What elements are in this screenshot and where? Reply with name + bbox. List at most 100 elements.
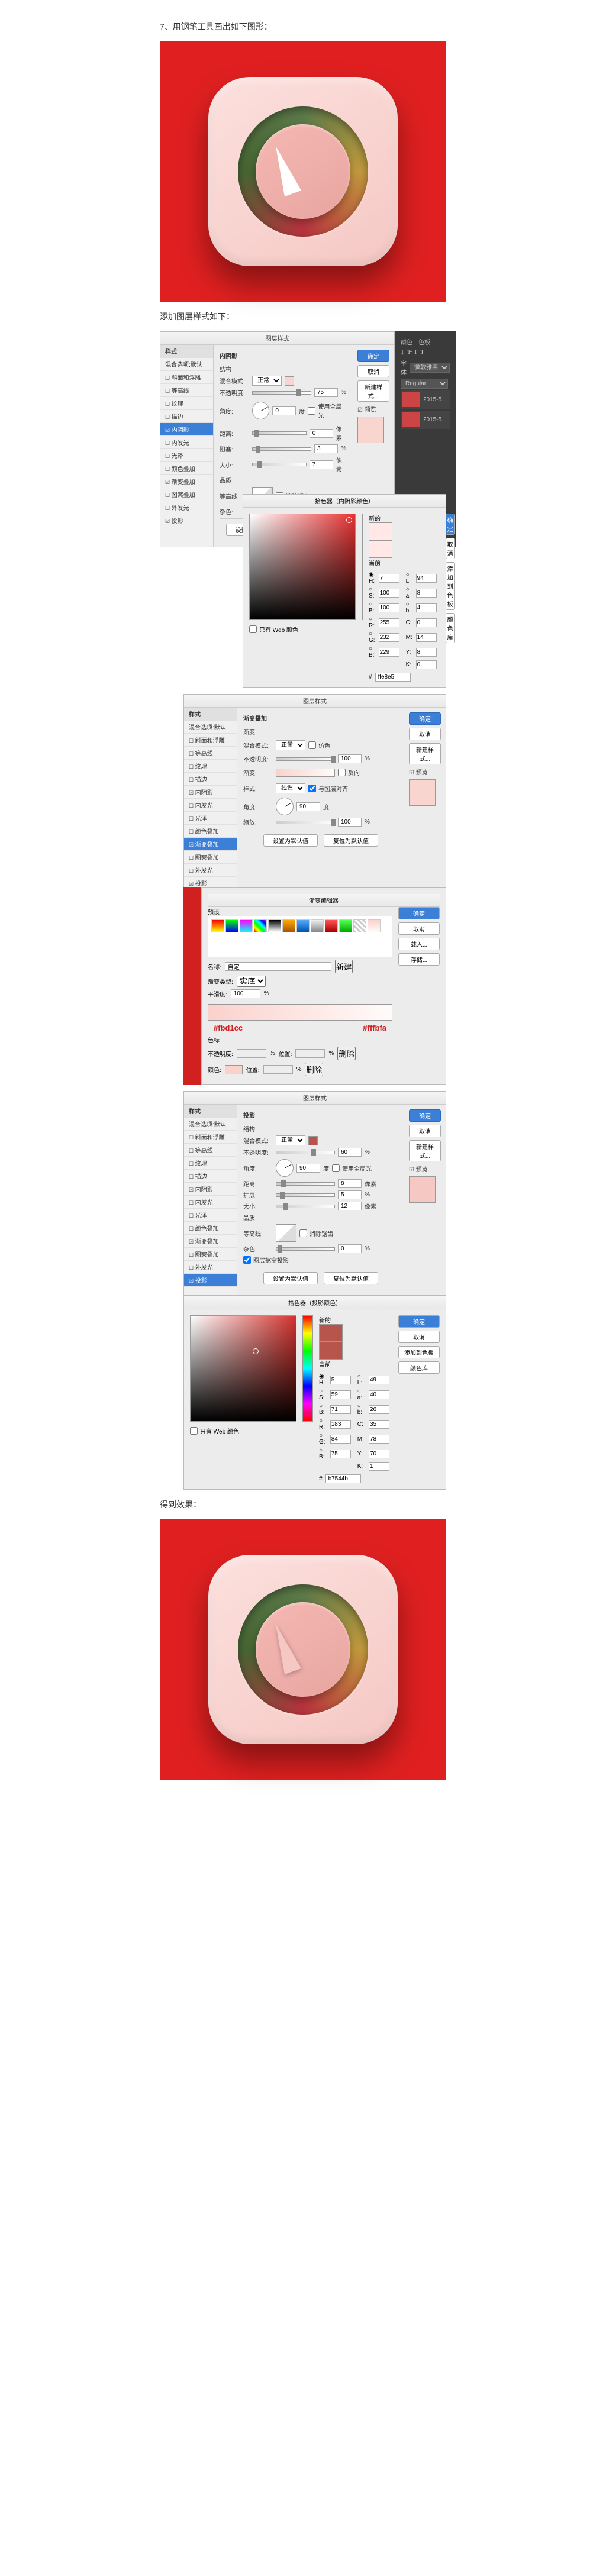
noise-slider[interactable] — [276, 1247, 335, 1251]
font-select[interactable]: 微软雅黑 — [410, 363, 450, 373]
opacity-input[interactable] — [314, 388, 338, 397]
item-inner-shadow[interactable]: 内阴影 — [184, 1183, 237, 1196]
ok-button[interactable]: 确定 — [409, 1109, 441, 1122]
size-slider[interactable] — [276, 1205, 335, 1208]
r-input[interactable] — [379, 618, 399, 627]
b-input[interactable] — [330, 1405, 351, 1414]
item-blend-opts[interactable]: 混合选项:默认 — [184, 721, 237, 734]
cancel-button[interactable]: 取消 — [357, 365, 389, 377]
h-input[interactable] — [379, 574, 399, 583]
reset-default-button[interactable]: 复位为默认值 — [324, 834, 378, 847]
item-blend-opts[interactable]: 混合选项:默认 — [184, 1118, 237, 1131]
color-field[interactable] — [249, 514, 356, 620]
delete-button-2[interactable]: 删除 — [305, 1063, 323, 1076]
c-input[interactable] — [369, 1420, 389, 1429]
item-drop-shadow[interactable]: 投影 — [184, 1274, 237, 1287]
y-input[interactable] — [416, 648, 437, 657]
item-contour[interactable]: 等高线 — [184, 747, 237, 760]
bl-input[interactable] — [330, 1450, 351, 1458]
r-input[interactable] — [330, 1420, 351, 1429]
underline-icon[interactable]: T̲ — [401, 349, 404, 356]
cp-add-swatch-button[interactable]: 添加到色板 — [446, 562, 455, 610]
item-color-overlay[interactable]: 颜色叠加 — [184, 825, 237, 838]
cancel-button[interactable]: 取消 — [409, 1125, 441, 1137]
b-input[interactable] — [379, 603, 399, 612]
global-light-checkbox[interactable] — [308, 407, 315, 415]
lb-input[interactable] — [416, 603, 437, 612]
size-slider[interactable] — [252, 463, 307, 466]
angle-input[interactable] — [272, 406, 296, 415]
current-color-swatch[interactable] — [369, 540, 392, 558]
reset-default-button[interactable]: 复位为默认值 — [324, 1272, 378, 1284]
ge-save-button[interactable]: 存储... — [398, 953, 440, 966]
web-only-checkbox[interactable] — [190, 1427, 198, 1435]
contour-picker[interactable] — [276, 1224, 296, 1242]
hue-slider[interactable] — [302, 1315, 313, 1422]
opacity-slider[interactable] — [252, 391, 311, 395]
item-color-overlay[interactable]: 颜色叠加 — [160, 462, 213, 475]
angle-input[interactable] — [296, 1164, 320, 1173]
cp-color-lib-button[interactable]: 颜色库 — [446, 613, 455, 643]
cp-color-lib-button[interactable]: 颜色库 — [398, 1361, 440, 1374]
tab-color[interactable]: 颜色 — [401, 337, 412, 346]
item-stroke[interactable]: 描边 — [184, 1170, 237, 1183]
angle-dial[interactable] — [276, 798, 294, 815]
g-input[interactable] — [330, 1435, 351, 1444]
gradient-presets[interactable] — [208, 916, 392, 957]
item-outer-glow[interactable]: 外发光 — [160, 501, 213, 514]
item-pattern-overlay[interactable]: 图案叠加 — [184, 1248, 237, 1261]
item-gradient-overlay[interactable]: 渐变叠加 — [184, 1235, 237, 1248]
opacity-input[interactable] — [338, 754, 362, 763]
distance-input[interactable] — [310, 429, 333, 438]
item-satin[interactable]: 光泽 — [160, 449, 213, 462]
angle-dial[interactable] — [276, 1159, 294, 1177]
opacity-slider[interactable] — [276, 757, 335, 761]
item-inner-glow[interactable]: 内发光 — [160, 436, 213, 449]
item-satin[interactable]: 光泽 — [184, 1209, 237, 1222]
item-outer-glow[interactable]: 外发光 — [184, 864, 237, 877]
item-texture[interactable]: 纹理 — [184, 1157, 237, 1170]
item-texture[interactable]: 纹理 — [184, 760, 237, 773]
gradient-preview[interactable] — [276, 769, 335, 777]
bl-input[interactable] — [379, 648, 399, 657]
size-input[interactable] — [310, 460, 333, 469]
opacity-stop-input[interactable] — [237, 1049, 266, 1058]
item-inner-shadow[interactable]: 内阴影 — [184, 786, 237, 799]
color-swatch[interactable] — [285, 376, 294, 386]
spread-slider[interactable] — [276, 1193, 335, 1197]
hex-input[interactable] — [375, 673, 411, 682]
text-icon[interactable]: T — [414, 349, 417, 356]
h-input[interactable] — [330, 1376, 351, 1384]
item-satin[interactable]: 光泽 — [184, 812, 237, 825]
color-stop-swatch[interactable] — [225, 1065, 243, 1074]
item-pattern-overlay[interactable]: 图案叠加 — [184, 851, 237, 864]
new-style-button[interactable]: 新建样式... — [357, 380, 389, 402]
delete-button[interactable]: 删除 — [337, 1047, 356, 1060]
c-input[interactable] — [416, 618, 437, 627]
distance-input[interactable] — [338, 1179, 362, 1188]
choke-slider[interactable] — [252, 447, 311, 451]
color-swatch[interactable] — [308, 1136, 318, 1145]
preview-checkbox[interactable]: ☑ 预览 — [409, 1164, 441, 1173]
a-input[interactable] — [416, 589, 437, 598]
color-field[interactable] — [190, 1315, 296, 1422]
item-inner-glow[interactable]: 内发光 — [184, 799, 237, 812]
blend-mode-select[interactable]: 正常 — [276, 740, 305, 750]
cp-ok-button[interactable]: 确定 — [446, 514, 455, 535]
item-bevel[interactable]: 斜面和浮雕 — [184, 1131, 237, 1144]
hex-input[interactable] — [325, 1474, 361, 1483]
blend-mode-select[interactable]: 正常 — [252, 376, 282, 386]
a-input[interactable] — [369, 1390, 389, 1399]
cp-ok-button[interactable]: 确定 — [398, 1315, 440, 1328]
item-texture[interactable]: 纹理 — [160, 397, 213, 410]
knockout-checkbox[interactable] — [243, 1256, 251, 1264]
preview-checkbox[interactable]: ☑ 预览 — [357, 405, 389, 414]
choke-input[interactable] — [314, 444, 338, 453]
location-input[interactable] — [295, 1049, 325, 1058]
l-input[interactable] — [369, 1376, 389, 1384]
layer-thumb-2[interactable]: 2015-5... — [401, 411, 450, 429]
new-style-button[interactable]: 新建样式... — [409, 1140, 441, 1161]
m-input[interactable] — [416, 633, 437, 642]
angle-input[interactable] — [296, 802, 320, 811]
spread-input[interactable] — [338, 1190, 362, 1199]
